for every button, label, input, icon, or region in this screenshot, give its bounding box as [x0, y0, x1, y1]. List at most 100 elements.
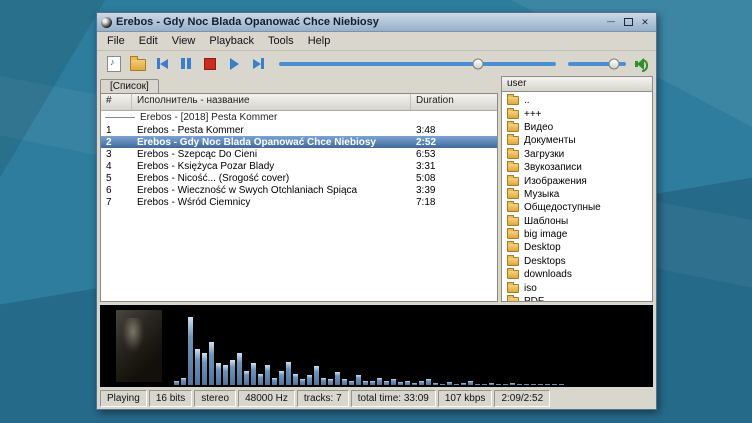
track-duration: 6:53: [411, 149, 497, 160]
track-row[interactable]: 1Erebos - Pesta Kommer3:48: [101, 124, 497, 136]
spectrum-bar: [244, 371, 249, 385]
file-item[interactable]: ..: [502, 94, 652, 107]
previous-track-button[interactable]: [151, 53, 173, 74]
spectrum-bar: [174, 381, 179, 385]
track-duration: 3:39: [411, 185, 497, 196]
stop-button[interactable]: [199, 53, 221, 74]
spectrum-bar: [531, 384, 536, 385]
folder-icon: [507, 217, 519, 226]
menu-playback[interactable]: Playback: [202, 34, 261, 48]
spectrum-bar: [482, 384, 487, 385]
spectrum-bar: [545, 384, 550, 385]
file-item[interactable]: Изображения: [502, 174, 652, 187]
transport-buttons: [103, 53, 269, 74]
track-row[interactable]: 6Erebos - Wieczność w Swych Otchlaniach …: [101, 184, 497, 196]
spectrum-bar: [412, 383, 417, 385]
seek-slider[interactable]: [279, 62, 556, 66]
spectrum-bar: [517, 384, 522, 385]
column-header-2[interactable]: Duration: [411, 94, 497, 110]
file-item-label: Изображения: [524, 176, 587, 187]
folder-icon: [507, 177, 519, 186]
spectrum-bar: [181, 378, 186, 385]
file-item[interactable]: Звукозаписи: [502, 161, 652, 174]
file-item[interactable]: Документы: [502, 134, 652, 147]
track-row[interactable]: 4Erebos - Księżyca Pozar Blady3:31: [101, 160, 497, 172]
playlist-pane: [Список] #Исполнитель - названиеDuration…: [100, 76, 498, 302]
folder-icon: [507, 203, 519, 212]
open-file-icon: [107, 56, 121, 72]
track-row[interactable]: 5Erebos - Nicość... (Srogość cover)5:08: [101, 172, 497, 184]
file-item[interactable]: Desktop: [502, 241, 652, 254]
menu-edit[interactable]: Edit: [132, 34, 165, 48]
spectrum-bar: [454, 384, 459, 385]
stop-icon: [204, 58, 216, 70]
file-item[interactable]: PDF: [502, 295, 652, 302]
spectrum-bar: [258, 374, 263, 385]
file-browser-path[interactable]: user: [501, 76, 653, 92]
file-item[interactable]: Музыка: [502, 188, 652, 201]
open-file-button[interactable]: [103, 53, 125, 74]
status-segment: stereo: [194, 390, 236, 407]
file-item[interactable]: Общедоступные: [502, 201, 652, 214]
track-number: 3: [101, 149, 132, 160]
next-icon: [253, 58, 264, 69]
spectrum-bar: [237, 353, 242, 385]
file-item[interactable]: Загрузки: [502, 148, 652, 161]
spectrum-bar: [405, 381, 410, 385]
file-item[interactable]: +++: [502, 107, 652, 120]
titlebar[interactable]: Erebos - Gdy Noc Blada Opanować Chce Nie…: [97, 13, 656, 32]
spectrum-bar: [475, 384, 480, 385]
track-number: 6: [101, 185, 132, 196]
main-area: [Список] #Исполнитель - названиеDuration…: [97, 76, 656, 302]
file-item-label: +++: [524, 109, 542, 120]
track-row[interactable]: 2Erebos - Gdy Noc Blada Opanować Chce Ni…: [101, 136, 497, 148]
volume-slider[interactable]: [568, 62, 626, 66]
status-segment: total time: 33:09: [351, 390, 436, 407]
menu-view[interactable]: View: [165, 34, 203, 48]
menu-help[interactable]: Help: [301, 34, 338, 48]
spectrum-bar: [447, 382, 452, 385]
file-item[interactable]: Видео: [502, 121, 652, 134]
column-header-0[interactable]: #: [101, 94, 132, 110]
maximize-button[interactable]: [621, 16, 635, 28]
file-item-label: ..: [524, 95, 530, 106]
folder-icon: [507, 96, 519, 105]
next-track-button[interactable]: [247, 53, 269, 74]
track-row[interactable]: 3Erebos - Szepcąc Do Cieni6:53: [101, 148, 497, 160]
file-item[interactable]: Desktops: [502, 255, 652, 268]
seek-handle[interactable]: [473, 58, 484, 69]
spectrum-bar: [356, 375, 361, 385]
track-duration: 3:48: [411, 125, 497, 136]
track-row[interactable]: 7Erebos - Wśród Ciemnicy7:18: [101, 196, 497, 208]
file-item[interactable]: downloads: [502, 268, 652, 281]
menu-tools[interactable]: Tools: [261, 34, 301, 48]
speaker-icon: [634, 57, 650, 71]
file-item[interactable]: iso: [502, 281, 652, 294]
spectrum-bar: [489, 383, 494, 385]
window-title: Erebos - Gdy Noc Blada Opanować Chce Nie…: [116, 16, 600, 28]
folder-icon: [507, 257, 519, 266]
add-folder-button[interactable]: [127, 53, 149, 74]
minimize-button[interactable]: [604, 16, 618, 28]
track-duration: 7:18: [411, 197, 497, 208]
track-duration: 5:08: [411, 173, 497, 184]
track-title: Erebos - Gdy Noc Blada Opanować Chce Nie…: [132, 137, 411, 148]
play-button[interactable]: [223, 53, 245, 74]
spectrum-bar: [314, 366, 319, 385]
spectrum-bar: [293, 374, 298, 385]
spectrum-bar: [223, 365, 228, 385]
spectrum-bar: [321, 378, 326, 385]
playlist-tab[interactable]: [Список]: [100, 79, 159, 93]
close-button[interactable]: [638, 16, 652, 28]
track-number: 5: [101, 173, 132, 184]
spectrum-bar: [342, 379, 347, 385]
playlist-tab-row: [Список]: [100, 76, 498, 93]
pause-button[interactable]: [175, 53, 197, 74]
spectrum-bar: [377, 378, 382, 385]
spectrum-bar: [552, 384, 557, 385]
menu-file[interactable]: File: [100, 34, 132, 48]
file-item[interactable]: Шаблоны: [502, 215, 652, 228]
volume-handle[interactable]: [609, 58, 620, 69]
column-header-1[interactable]: Исполнитель - название: [132, 94, 411, 110]
file-item[interactable]: big image: [502, 228, 652, 241]
